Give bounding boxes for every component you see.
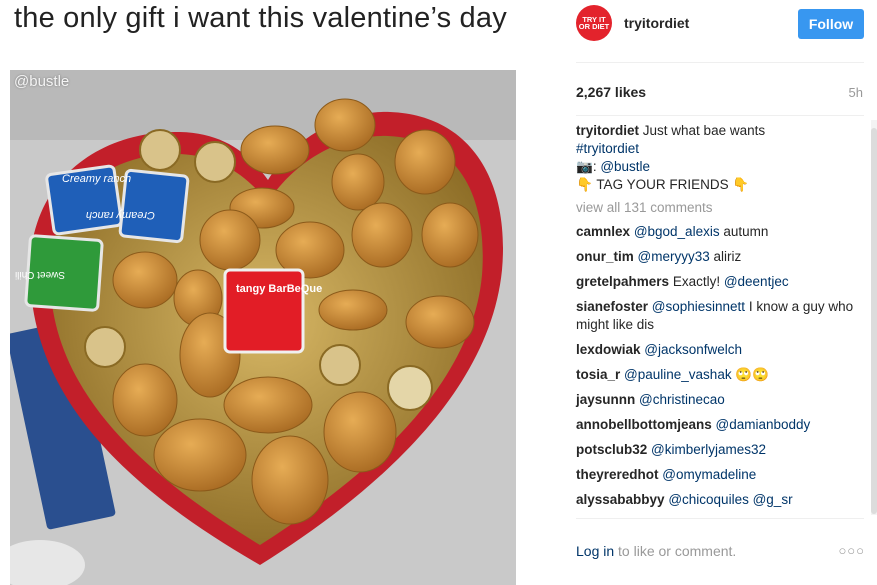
comment-mention[interactable]: @meryyy33 bbox=[638, 249, 710, 264]
comment-item: tosia_r @pauline_vashak 🙄🙄 bbox=[576, 366, 866, 384]
caption-credit-mention[interactable]: @bustle bbox=[600, 159, 650, 174]
comment-item: onur_tim @meryyy33 aliriz bbox=[576, 248, 866, 266]
avatar[interactable]: TRY IT OR DIET bbox=[576, 5, 612, 41]
comment-username[interactable]: alyssababbyy bbox=[576, 492, 665, 507]
comment-username[interactable]: potsclub32 bbox=[576, 442, 647, 457]
post-header: TRY IT OR DIET tryitordiet Follow bbox=[560, 0, 877, 60]
comment-username[interactable]: gretelpahmers bbox=[576, 274, 669, 289]
heart-box-illustration: Creamy ranch Creamy ranch Sweet Chili ta… bbox=[10, 70, 516, 585]
packet-label-3: Sweet Chili bbox=[15, 269, 65, 280]
comment-mention[interactable]: @omymadeline bbox=[662, 467, 756, 482]
caption-hashtag[interactable]: #tryitordiet bbox=[576, 141, 639, 156]
comments-list: tryitordiet Just what bae wants #tryitor… bbox=[576, 122, 866, 516]
photo-watermark: @bustle bbox=[14, 73, 70, 90]
login-prompt: Log in to like or comment. bbox=[576, 543, 736, 559]
packet-label-4: tangy BarBeQue bbox=[236, 283, 322, 295]
comment-username[interactable]: onur_tim bbox=[576, 249, 634, 264]
avatar-logo-text: TRY IT OR DIET bbox=[578, 15, 610, 31]
comment-mention[interactable]: @pauline_vashak bbox=[624, 367, 732, 382]
post-username[interactable]: tryitordiet bbox=[624, 15, 689, 31]
post-sidebar: TRY IT OR DIET tryitordiet Follow 2,267 … bbox=[560, 0, 877, 585]
comment-item: gretelpahmers Exactly! @deentjec bbox=[576, 273, 866, 291]
camera-icon: 📷 bbox=[576, 159, 593, 174]
comment-item: camnlex @bgod_alexis autumn bbox=[576, 223, 866, 241]
post-time[interactable]: 5h bbox=[849, 85, 863, 100]
comment-text: aliriz bbox=[709, 249, 742, 264]
header-divider bbox=[576, 62, 864, 63]
comment-mention[interactable]: @damianboddy bbox=[716, 417, 811, 432]
post-media-column: the only gift i want this valentine’s da… bbox=[0, 0, 560, 585]
footer-divider bbox=[576, 518, 864, 519]
comment-text: 🙄🙄 bbox=[731, 367, 769, 382]
comment-mention[interactable]: @g_sr bbox=[753, 492, 793, 507]
comment-mention[interactable]: @jacksonfwelch bbox=[644, 342, 742, 357]
comment-mention[interactable]: @sophiesinnett bbox=[652, 299, 745, 314]
comment-username[interactable]: tosia_r bbox=[576, 367, 620, 382]
comment-text: autumn bbox=[719, 224, 769, 239]
comment-item: alyssababbyy @chicoquiles @g_sr bbox=[576, 491, 866, 509]
caption-tag-friends: 👇 TAG YOUR FRIENDS 👇 bbox=[576, 177, 750, 192]
comment-mention[interactable]: @bgod_alexis bbox=[634, 224, 720, 239]
login-prompt-text: to like or comment. bbox=[614, 543, 737, 559]
comment-mention[interactable]: @deentjec bbox=[724, 274, 789, 289]
comment-username[interactable]: jaysunnn bbox=[576, 392, 635, 407]
comment-item: potsclub32 @kimberlyjames32 bbox=[576, 441, 866, 459]
login-link[interactable]: Log in bbox=[576, 543, 614, 559]
comment-username[interactable]: sianefoster bbox=[576, 299, 648, 314]
comment-item: sianefoster @sophiesinnett I know a guy … bbox=[576, 298, 866, 334]
comment-username[interactable]: theyreredhot bbox=[576, 467, 659, 482]
comment-item: lexdowiak @jacksonfwelch bbox=[576, 341, 866, 359]
packet-label-1: Creamy ranch bbox=[62, 173, 131, 185]
follow-button[interactable]: Follow bbox=[798, 9, 864, 39]
caption-hashtag-line: #tryitordiet bbox=[576, 140, 866, 158]
comment-mention[interactable]: @christinecao bbox=[639, 392, 725, 407]
comment-item: jaysunnn @christinecao bbox=[576, 391, 866, 409]
caption-credit-line: 📷: @bustle bbox=[576, 159, 651, 174]
post-photo[interactable]: Creamy ranch Creamy ranch Sweet Chili ta… bbox=[10, 70, 516, 585]
packet-label-2: Creamy ranch bbox=[86, 209, 155, 221]
likes-divider bbox=[576, 115, 864, 116]
meme-caption: the only gift i want this valentine’s da… bbox=[14, 2, 507, 34]
comment-item: theyreredhot @omymadeline bbox=[576, 466, 866, 484]
comment-mention[interactable]: @kimberlyjames32 bbox=[651, 442, 766, 457]
comment-item: annobellbottomjeans @damianboddy bbox=[576, 416, 866, 434]
comment-mention[interactable]: @chicoquiles bbox=[668, 492, 749, 507]
comment-text: Exactly! bbox=[672, 274, 724, 289]
comment-username[interactable]: camnlex bbox=[576, 224, 630, 239]
caption-text: Just what bae wants bbox=[642, 123, 766, 138]
view-all-comments-link[interactable]: view all 131 comments bbox=[576, 199, 866, 217]
likes-count[interactable]: 2,267 likes bbox=[576, 84, 646, 100]
caption-username[interactable]: tryitordiet bbox=[576, 123, 639, 138]
more-options-icon[interactable]: ○○○ bbox=[838, 543, 865, 558]
comment-username[interactable]: annobellbottomjeans bbox=[576, 417, 712, 432]
caption-line: tryitordiet Just what bae wants bbox=[576, 122, 866, 140]
comment-username[interactable]: lexdowiak bbox=[576, 342, 641, 357]
comments-scrollbar-thumb[interactable] bbox=[871, 128, 877, 514]
